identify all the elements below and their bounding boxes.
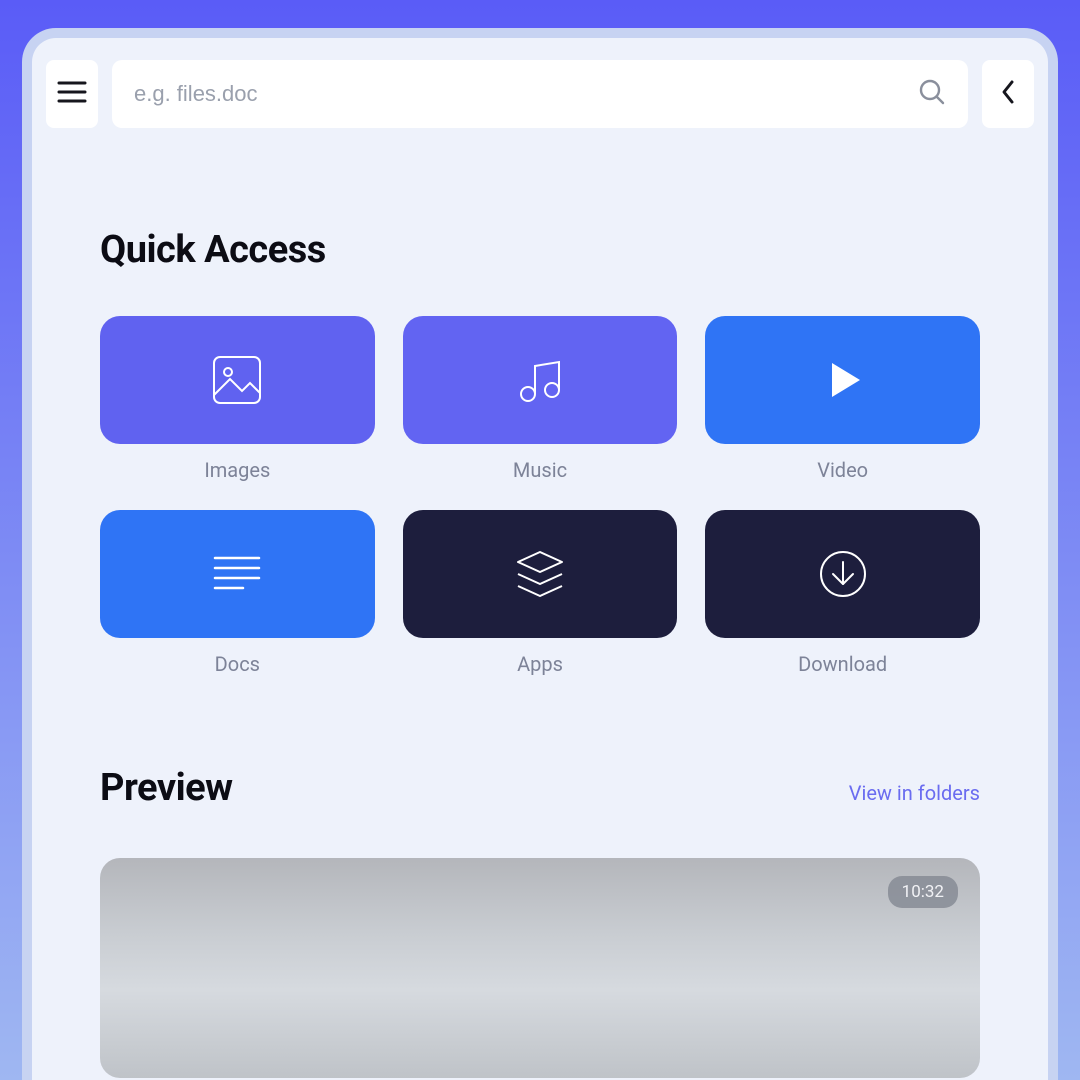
quick-access-grid: Images Music	[100, 316, 980, 676]
play-icon	[818, 355, 868, 405]
image-icon	[208, 351, 266, 409]
time-badge: 10:32	[888, 876, 958, 908]
back-button[interactable]	[982, 60, 1034, 128]
menu-button[interactable]	[46, 60, 98, 128]
view-in-folders-link[interactable]: View in folders	[849, 781, 980, 805]
preview-card[interactable]: 10:32	[100, 858, 980, 1078]
chevron-left-icon	[999, 78, 1017, 110]
quick-access-heading: Quick Access	[100, 228, 980, 272]
tile-label: Download	[798, 652, 887, 676]
tile-label: Video	[817, 458, 868, 482]
music-icon	[512, 352, 568, 408]
top-bar	[46, 38, 1034, 128]
tile-download[interactable]	[705, 510, 980, 638]
hamburger-icon	[57, 80, 87, 108]
scroll-area[interactable]: Quick Access Images	[32, 38, 1048, 1080]
tile-label: Images	[204, 458, 270, 482]
download-icon	[817, 548, 869, 600]
tile-docs[interactable]	[100, 510, 375, 638]
tile-apps[interactable]	[403, 510, 678, 638]
tile-label: Apps	[517, 652, 563, 676]
text-lines-icon	[209, 552, 265, 596]
search-field[interactable]	[112, 60, 968, 128]
search-input[interactable]	[134, 81, 918, 107]
tile-video[interactable]	[705, 316, 980, 444]
tile-images[interactable]	[100, 316, 375, 444]
tile-label: Music	[513, 458, 567, 482]
search-icon	[918, 78, 946, 110]
tile-music[interactable]	[403, 316, 678, 444]
preview-heading: Preview	[100, 766, 233, 810]
tile-label: Docs	[215, 652, 260, 676]
layers-icon	[512, 546, 568, 602]
app-window: Quick Access Images	[22, 28, 1058, 1080]
